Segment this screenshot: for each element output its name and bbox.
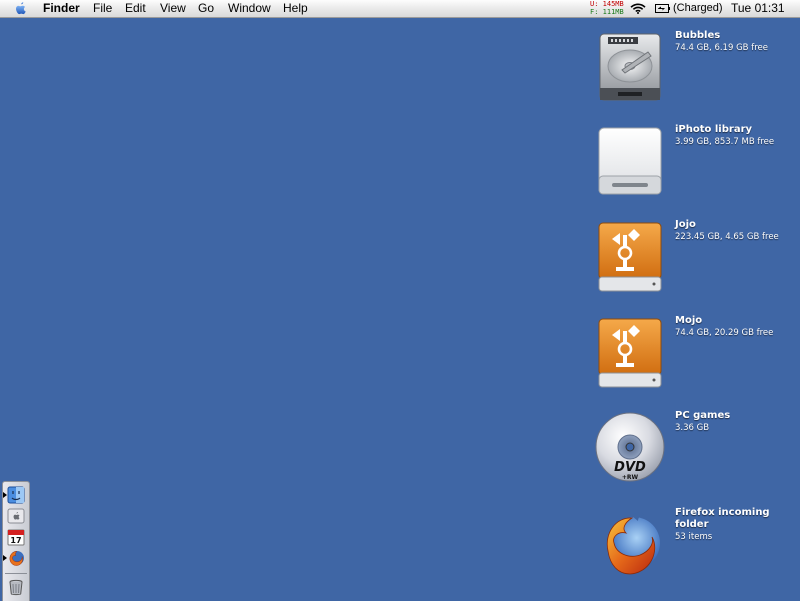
menu-edit[interactable]: Edit [125,1,146,16]
svg-text:+RW: +RW [622,474,639,481]
dock: 17 [2,481,30,601]
dock-item-firefox[interactable] [3,549,25,567]
menu-clock[interactable]: Tue 01:31 [731,1,785,16]
desktop-icon-firefox-incoming-folder[interactable]: Firefox incoming folder 53 items [594,507,794,587]
icon-info: 3.99 GB, 853.7 MB free [675,137,775,147]
ical-icon: 17 [7,529,25,546]
memory-used: U: 145MB [590,0,624,8]
firewire-drive-icon [598,222,662,292]
icon-label: PC games 3.36 GB [675,410,790,434]
desktop-icon-pc-games[interactable]: DVD +RW PC games 3.36 GB [594,410,794,490]
icon-info: 74.4 GB, 6.19 GB free [675,43,768,53]
icon-name: iPhoto library [675,124,753,135]
dock-separator [5,573,27,574]
dock-item-system-preferences[interactable] [7,507,25,525]
icon-label: Firefox incoming folder 53 items [675,507,790,543]
menu-go[interactable]: Go [198,1,214,16]
hard-drive-icon [599,33,661,101]
dvd-disc-icon: DVD +RW [595,412,665,482]
running-indicator [3,492,7,498]
menu-app-finder[interactable]: Finder [43,1,80,16]
memory-free: F: 111MB [590,8,624,16]
desktop-icon-mojo[interactable]: Mojo 74.4 GB, 20.29 GB free [594,315,794,395]
dock-item-ical[interactable]: 17 [7,528,25,546]
icon-label: Bubbles 74.4 GB, 6.19 GB free [675,30,790,54]
firefox-folder-icon [606,512,660,575]
svg-text:DVD: DVD [614,460,646,475]
menu-help[interactable]: Help [283,1,308,16]
icon-name: Firefox incoming folder [675,507,770,530]
icon-name: Mojo [675,315,703,326]
menu-bar: Finder File Edit View Go Window Help U: … [0,0,800,18]
running-indicator [3,555,7,561]
firewire-drive-icon [598,318,662,388]
wifi-icon[interactable] [630,3,646,14]
icon-label: Mojo 74.4 GB, 20.29 GB free [675,315,790,339]
icon-label: Jojo 223.45 GB, 4.65 GB free [675,219,790,243]
dock-item-finder[interactable] [3,486,25,504]
icon-info: 53 items [675,532,713,542]
icon-label: iPhoto library 3.99 GB, 853.7 MB free [675,124,790,148]
firefox-icon [9,551,24,566]
external-drive-icon [598,127,662,195]
menu-window[interactable]: Window [228,1,271,16]
dock-item-trash[interactable] [7,578,25,596]
svg-text:17: 17 [10,536,21,545]
system-preferences-icon [7,508,25,524]
icon-name: Jojo [675,219,696,230]
menu-view[interactable]: View [160,1,186,16]
icon-name: PC games [675,410,731,421]
battery-status[interactable]: (Charged) [673,1,723,16]
menu-file[interactable]: File [93,1,112,16]
desktop-icon-iphoto-library[interactable]: iPhoto library 3.99 GB, 853.7 MB free [594,124,794,204]
finder-icon [7,486,25,504]
trash-icon [9,579,23,596]
apple-icon[interactable] [14,1,28,16]
battery-icon[interactable] [655,4,670,13]
icon-info: 223.45 GB, 4.65 GB free [675,232,779,242]
icon-name: Bubbles [675,30,721,41]
icon-info: 3.36 GB [675,423,710,433]
desktop-icon-bubbles[interactable]: Bubbles 74.4 GB, 6.19 GB free [594,30,794,110]
desktop-icon-jojo[interactable]: Jojo 223.45 GB, 4.65 GB free [594,219,794,299]
memory-monitor[interactable]: U: 145MB F: 111MB [590,0,624,16]
icon-info: 74.4 GB, 20.29 GB free [675,328,774,338]
